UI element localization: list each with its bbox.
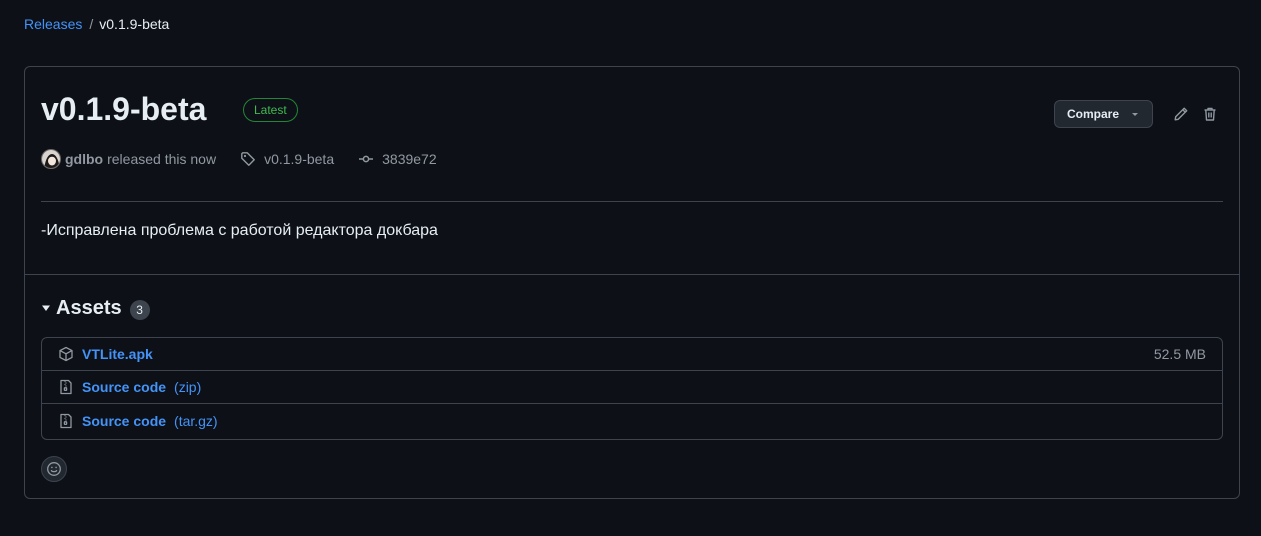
assets-list: VTLite.apk 52.5 MB Source code (zip) Sou… [41,337,1223,440]
released-text: released this now [107,151,217,167]
delete-release-button[interactable] [1200,104,1220,124]
asset-link-source-targz[interactable]: Source code [82,413,166,429]
latest-badge: Latest [243,98,298,122]
tag-label: v0.1.9-beta [264,151,335,167]
triangle-down-icon [41,303,51,313]
triangle-down-icon [1130,109,1140,119]
breadcrumb: Releases / v0.1.9-beta [24,15,169,33]
asset-link-source-zip[interactable]: Source code [82,379,166,395]
file-zip-icon [58,413,74,429]
file-zip-icon [58,379,74,395]
release-title[interactable]: v0.1.9-beta [41,89,206,129]
compare-button-label: Compare [1067,107,1120,121]
asset-ext-zip[interactable]: (zip) [174,379,201,395]
breadcrumb-releases-link[interactable]: Releases [24,15,82,33]
smiley-icon [46,461,62,477]
release-card: v0.1.9-beta Latest Compare gdlbo release… [24,66,1240,499]
pencil-icon [1173,106,1189,122]
release-notes: -Исправлена проблема с работой редактора… [41,222,438,239]
divider [25,274,1239,275]
tag-link[interactable]: v0.1.9-beta [240,151,334,167]
commit-link[interactable]: 3839e72 [358,151,437,167]
asset-size: 52.5 MB [1153,346,1206,362]
asset-link-apk[interactable]: VTLite.apk [82,346,153,362]
edit-release-button[interactable] [1171,104,1191,124]
compare-button[interactable]: Compare [1054,100,1153,128]
git-commit-icon [358,151,374,167]
release-author-link[interactable]: gdlbo [65,151,103,167]
divider [41,201,1223,202]
asset-row: Source code (tar.gz) [42,404,1222,437]
assets-title: Assets [56,296,122,319]
commit-sha: 3839e72 [382,151,437,167]
avatar[interactable] [41,149,61,169]
release-meta: gdlbo released this now v0.1.9-beta 3839… [41,149,437,169]
asset-ext-targz[interactable]: (tar.gz) [174,413,218,429]
assets-toggle[interactable]: Assets 3 [41,295,150,321]
tag-icon [240,151,256,167]
breadcrumb-current: v0.1.9-beta [99,16,170,32]
asset-row: VTLite.apk 52.5 MB [42,338,1222,371]
package-icon [58,346,74,362]
asset-row: Source code (zip) [42,371,1222,404]
breadcrumb-separator: / [89,16,94,32]
assets-count-badge: 3 [129,299,150,320]
add-reaction-button[interactable] [41,456,67,482]
trash-icon [1202,106,1218,122]
